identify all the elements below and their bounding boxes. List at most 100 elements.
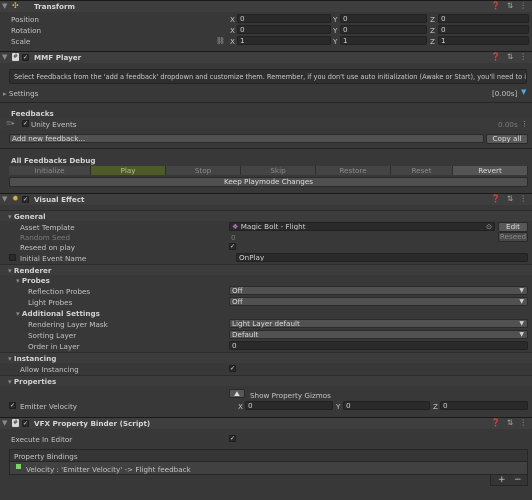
gizmo-icon: ⛰ xyxy=(233,389,241,398)
rotation-x-field[interactable]: 0 xyxy=(237,25,331,34)
y-axis-label: Y xyxy=(333,15,338,24)
property-binder-title: VFX Property Binder (Script) xyxy=(34,419,151,428)
chevron-down-icon: ▼ xyxy=(519,298,524,305)
visual-effect-icon: ✹ xyxy=(12,194,19,203)
property-binder-header[interactable]: ▼ # ✓ VFX Property Binder (Script) ❓ ⇅ ⋮ xyxy=(0,417,532,429)
stop-button[interactable]: Stop xyxy=(166,166,241,175)
initial-event-checkbox[interactable] xyxy=(9,254,16,261)
chevron-down-icon: ▼ xyxy=(519,287,524,294)
position-y-field[interactable]: 0 xyxy=(340,14,427,23)
light-probes-label: Light Probes xyxy=(28,298,73,307)
order-in-layer-label: Order in Layer xyxy=(28,342,80,351)
x-axis-label: X xyxy=(230,15,235,24)
renderer-section[interactable]: ▾ Renderer xyxy=(0,264,532,275)
feedback-enabled-checkbox[interactable]: ✓ xyxy=(22,120,29,127)
reseed-on-play-checkbox[interactable]: ✓ xyxy=(229,243,236,250)
position-x-field[interactable]: 0 xyxy=(237,14,331,23)
transform-header[interactable]: ▼ ✣ Transform ❓ ⇅ ⋮ xyxy=(0,0,532,12)
properties-foldout: ▾ Properties xyxy=(8,377,56,386)
chevron-down-icon: ▼ xyxy=(519,331,524,338)
remove-binding-button[interactable]: − xyxy=(514,475,522,485)
reflection-probes-dropdown[interactable]: Off ▼ xyxy=(229,286,528,295)
show-gizmos-label: Show Property Gizmos xyxy=(250,391,331,400)
light-probes-dropdown[interactable]: Off ▼ xyxy=(229,297,528,306)
rotation-z-field[interactable]: 0 xyxy=(438,25,529,34)
binding-item[interactable]: Velocity : 'Emitter Velocity' -> Flight … xyxy=(26,465,191,474)
keep-playmode-button[interactable]: Keep Playmode Changes xyxy=(9,177,528,187)
foldout-arrow-icon[interactable]: ▼ xyxy=(2,419,7,427)
component-menu-icons[interactable]: ❓ ⇅ ⋮ xyxy=(491,1,529,10)
execute-in-editor-checkbox[interactable]: ✓ xyxy=(229,435,236,442)
skip-button[interactable]: Skip xyxy=(241,166,316,175)
reset-button[interactable]: Reset xyxy=(391,166,453,175)
rendering-layer-mask-dropdown[interactable]: Light Layer default ▼ xyxy=(229,319,528,328)
drag-handle-icon[interactable]: ≡▸ xyxy=(6,119,15,127)
properties-section[interactable]: ▾ Properties xyxy=(0,375,532,386)
property-bindings-label: Property Bindings xyxy=(14,452,78,461)
gizmo-toggle-button[interactable]: ⛰ xyxy=(229,389,245,398)
allow-instancing-checkbox[interactable]: ✓ xyxy=(229,365,236,372)
light-probes-value: Off xyxy=(232,297,243,306)
instancing-section[interactable]: ▾ Instancing xyxy=(0,352,532,363)
sorting-layer-value: Default xyxy=(232,330,259,339)
add-feedback-dropdown[interactable]: Add new feedback... xyxy=(9,134,484,143)
general-label: General xyxy=(13,212,46,221)
component-menu-icons[interactable]: ❓ ⇅ ⋮ xyxy=(491,418,529,427)
feedbacks-label: Feedbacks xyxy=(11,109,54,118)
scale-y-field[interactable]: 1 xyxy=(340,36,427,45)
component-menu-icons[interactable]: ❓ ⇅ ⋮ xyxy=(491,194,529,203)
position-z-field[interactable]: 0 xyxy=(438,14,529,23)
emitter-velocity-z-field[interactable]: 0 xyxy=(440,401,528,410)
revert-button[interactable]: Revert xyxy=(453,166,528,175)
transform-title: Transform xyxy=(34,2,76,11)
initial-event-field[interactable]: OnPlay xyxy=(236,253,528,262)
rotation-label: Rotation xyxy=(11,26,42,35)
settings-label: Settings xyxy=(8,89,39,98)
copy-all-button[interactable]: Copy all xyxy=(486,134,528,144)
emitter-velocity-checkbox[interactable]: ✓ xyxy=(9,402,16,409)
general-section[interactable]: ▾ General xyxy=(0,210,532,221)
order-in-layer-field[interactable]: 0 xyxy=(229,341,528,350)
emitter-velocity-x-field[interactable]: 0 xyxy=(245,401,333,410)
allow-instancing-label: Allow Instancing xyxy=(20,365,79,374)
restore-button[interactable]: Restore xyxy=(316,166,391,175)
foldout-arrow-icon[interactable]: ▼ xyxy=(2,195,7,203)
reseed-button[interactable]: Reseed xyxy=(498,232,528,242)
component-menu-icons[interactable]: ❓ ⇅ ⋮ xyxy=(491,52,529,61)
x-axis-label: X xyxy=(238,402,243,411)
object-picker-icon[interactable]: ⊙ xyxy=(486,223,492,230)
vfx-enabled-checkbox[interactable]: ✓ xyxy=(22,196,29,203)
reflection-probes-value: Off xyxy=(232,286,243,295)
feedback-item-row[interactable]: ≡▸ ✓ Unity Events 0.00s ⋮ xyxy=(0,119,532,129)
general-foldout: ▾ General xyxy=(8,212,46,221)
scale-z-field[interactable]: 1 xyxy=(438,36,529,45)
settings-duration: [0.00s] xyxy=(492,89,518,98)
foldout-arrow-icon[interactable]: ▼ xyxy=(2,2,7,10)
mmf-enabled-checkbox[interactable]: ✓ xyxy=(22,54,29,61)
play-button[interactable]: Play xyxy=(91,166,166,175)
visual-effect-title: Visual Effect xyxy=(34,195,85,204)
renderer-foldout: ▾ Renderer xyxy=(8,266,51,275)
more-icon[interactable]: ⋮ xyxy=(521,119,528,128)
sorting-layer-dropdown[interactable]: Default ▼ xyxy=(229,330,528,339)
link-icon[interactable]: ⛓ xyxy=(216,37,225,45)
initialize-button[interactable]: Initialize xyxy=(9,166,91,175)
asset-template-field[interactable]: ❖ Magic Bolt - Flight ⊙ xyxy=(229,222,495,231)
triangle-down-icon[interactable]: ▼ xyxy=(521,88,526,96)
mmf-player-header[interactable]: ▼ # ✓ MMF Player ❓ ⇅ ⋮ xyxy=(0,51,532,63)
binding-status-icon xyxy=(16,464,21,469)
rotation-y-field[interactable]: 0 xyxy=(340,25,427,34)
x-axis-label: X xyxy=(230,37,235,46)
additional-settings-foldout[interactable]: ▾ Additional Settings xyxy=(16,309,100,318)
properties-label: Properties xyxy=(13,377,57,386)
binder-enabled-checkbox[interactable]: ✓ xyxy=(22,420,29,427)
edit-button[interactable]: Edit xyxy=(498,222,528,232)
visual-effect-header[interactable]: ▼ ✹ ✓ Visual Effect ❓ ⇅ ⋮ xyxy=(0,193,532,205)
scale-x-field[interactable]: 1 xyxy=(237,36,331,45)
settings-foldout[interactable]: ▸ Settings xyxy=(3,89,38,98)
add-binding-button[interactable]: + xyxy=(498,475,506,485)
foldout-arrow-icon[interactable]: ▼ xyxy=(2,53,7,61)
probes-foldout[interactable]: ▾ Probes xyxy=(16,276,50,285)
rendering-layer-mask-label: Rendering Layer Mask xyxy=(28,320,108,329)
emitter-velocity-y-field[interactable]: 0 xyxy=(343,401,430,410)
